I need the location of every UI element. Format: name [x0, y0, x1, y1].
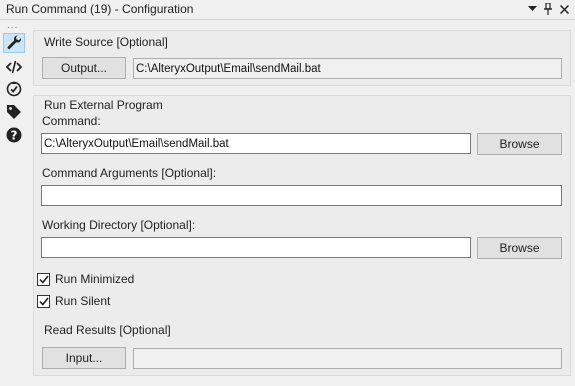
run-minimized-checkbox[interactable]: [37, 272, 50, 286]
run-silent-label: Run Silent: [55, 294, 111, 308]
output-button[interactable]: Output...: [42, 57, 126, 79]
help-tab[interactable]: ?: [3, 126, 25, 146]
close-icon[interactable]: [557, 1, 571, 17]
svg-text:?: ?: [11, 128, 18, 142]
read-results-title: Read Results [Optional]: [44, 323, 171, 337]
toolstrip-grip: ...: [7, 20, 19, 31]
run-minimized-option[interactable]: Run Minimized: [37, 272, 134, 286]
write-source-path-field: C:\AlteryxOutput\Email\sendMail.bat: [133, 58, 562, 79]
help-icon: ?: [6, 127, 22, 146]
tag-icon: [6, 104, 22, 123]
configuration-panel: Write Source [Optional] Output... C:\Alt…: [33, 27, 571, 382]
working-directory-input[interactable]: [41, 237, 471, 258]
command-arguments-input[interactable]: [41, 185, 562, 206]
run-silent-checkbox[interactable]: [37, 294, 50, 308]
run-minimized-label: Run Minimized: [55, 272, 135, 286]
metadata-tab[interactable]: [3, 103, 25, 123]
xml-view-tab[interactable]: [3, 58, 25, 78]
annotation-tab[interactable]: [3, 80, 25, 100]
input-button[interactable]: Input...: [42, 347, 126, 369]
run-external-program-title: Run External Program: [44, 98, 163, 112]
command-arguments-label: Command Arguments [Optional]:: [42, 166, 217, 180]
toolstrip: ... ?: [0, 21, 28, 386]
command-browse-button[interactable]: Browse: [477, 133, 562, 155]
window-title: Run Command (19) - Configuration: [6, 2, 194, 16]
read-results-group: Read Results [Optional] Input...: [33, 320, 571, 376]
write-source-group: Write Source [Optional] Output... C:\Alt…: [33, 30, 571, 86]
checkmark-icon: [38, 297, 49, 306]
pin-icon[interactable]: [541, 1, 555, 17]
dropdown-icon[interactable]: [525, 1, 539, 17]
working-directory-label: Working Directory [Optional]:: [42, 218, 196, 232]
read-results-path-field: [133, 348, 562, 369]
run-external-program-group: Run External Program Command: C:\Alteryx…: [33, 95, 571, 343]
command-input[interactable]: C:\AlteryxOutput\Email\sendMail.bat: [41, 133, 471, 154]
checkmark-icon: [38, 275, 49, 284]
command-label: Command:: [42, 114, 101, 128]
write-source-title: Write Source [Optional]: [44, 35, 168, 49]
annotation-icon: [6, 81, 22, 100]
run-silent-option[interactable]: Run Silent: [37, 294, 110, 308]
working-directory-browse-button[interactable]: Browse: [477, 237, 562, 259]
title-controls: [525, 1, 571, 17]
code-icon: [5, 60, 23, 77]
title-bar: Run Command (19) - Configuration: [0, 0, 575, 20]
wrench-icon: [6, 34, 22, 53]
configuration-tab[interactable]: [3, 33, 25, 53]
